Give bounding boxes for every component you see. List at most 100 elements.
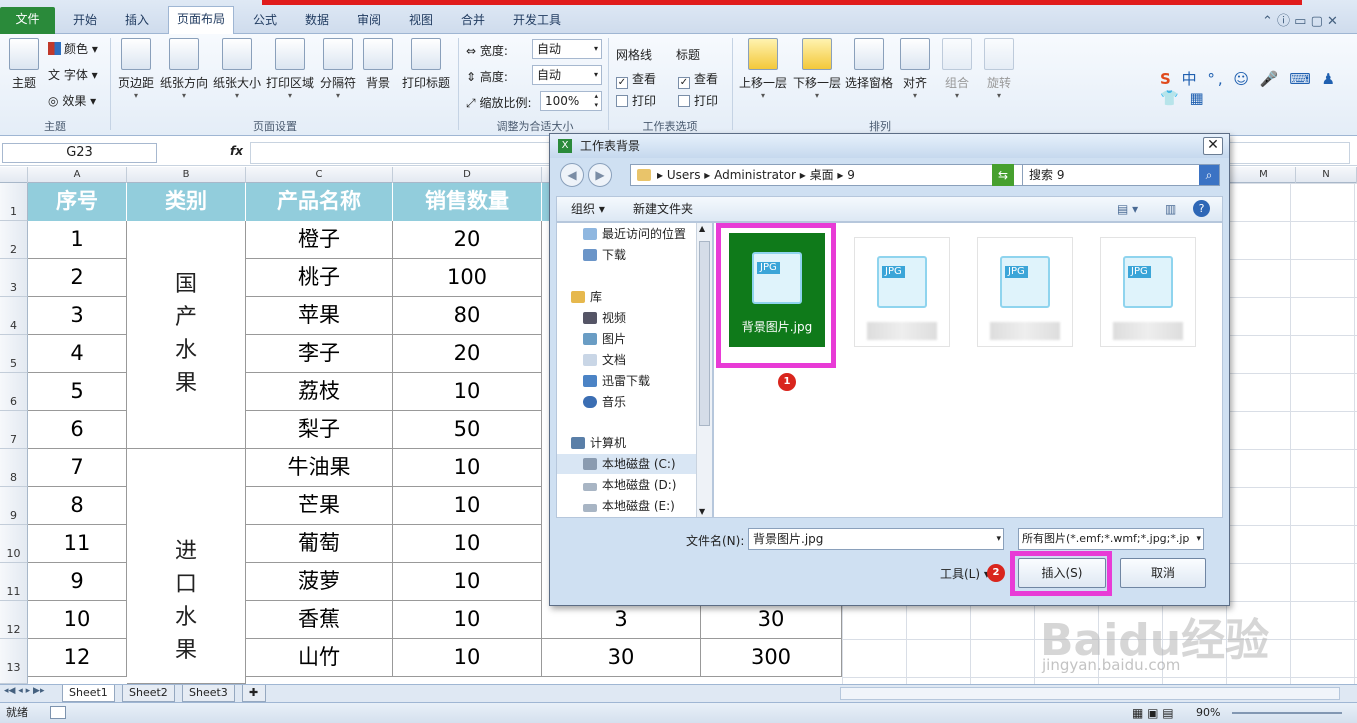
cell-quantity[interactable]: 10 [393, 525, 542, 563]
preview-pane-icon[interactable]: ▥ [1165, 197, 1176, 221]
cell-quantity[interactable]: 80 [393, 297, 542, 335]
cell-quantity[interactable]: 10 [393, 449, 542, 487]
header-cell-no[interactable]: 序号 [28, 183, 127, 221]
row-header[interactable]: 6 [0, 373, 28, 411]
cell-e[interactable]: 30 [542, 639, 701, 677]
view-options-icon[interactable]: ▤ ▾ [1117, 197, 1138, 221]
back-icon[interactable]: ◀ [560, 163, 584, 187]
help-icon[interactable]: ? [1193, 200, 1210, 217]
select-all-corner[interactable] [0, 167, 28, 183]
cell-product[interactable]: 香蕉 [246, 601, 393, 639]
cell-no[interactable]: 11 [28, 525, 127, 563]
cell-no[interactable]: 9 [28, 563, 127, 601]
selection-pane-button[interactable]: 选择窗格 [842, 38, 896, 91]
tab-file[interactable]: 文件 [0, 7, 55, 34]
forward-icon[interactable]: ▶ [588, 163, 612, 187]
headings-view-checkbox[interactable]: ✓ 查看 [678, 70, 718, 89]
macro-record-icon[interactable] [50, 706, 66, 719]
cell-no[interactable]: 12 [28, 639, 127, 677]
theme-effect-button[interactable]: ◎ 效果 ▾ [48, 92, 96, 109]
row-header[interactable]: 8 [0, 449, 28, 487]
orientation-button[interactable]: 纸张方向 ▾ [158, 38, 210, 100]
theme-button[interactable]: 主题 [6, 38, 42, 91]
nav-drive-d[interactable]: 本地磁盘 (D:) [583, 475, 676, 495]
scroll-thumb[interactable] [699, 241, 710, 426]
width-select[interactable]: 自动 ▾ [532, 39, 602, 59]
view-buttons[interactable]: ▦ ▣ ▤ [1132, 703, 1174, 723]
cell-quantity[interactable]: 100 [393, 259, 542, 297]
address-bar[interactable]: ▸ Users ▸ Administrator ▸ 桌面 ▸ 9 [630, 164, 1036, 186]
gridlines-print-checkbox[interactable]: 打印 [616, 92, 656, 109]
nav-computer[interactable]: 计算机 [571, 433, 626, 453]
cell-quantity[interactable]: 10 [393, 487, 542, 525]
height-select[interactable]: 自动 ▾ [532, 65, 602, 85]
cell-product[interactable]: 葡萄 [246, 525, 393, 563]
cell-no[interactable]: 4 [28, 335, 127, 373]
cell-quantity[interactable]: 50 [393, 411, 542, 449]
ime-toolbar[interactable]: S 中 °, ☺ 🎤 ⌨ ♟ 👕 ▦ [1160, 68, 1350, 107]
cell-e[interactable]: 3 [542, 601, 701, 639]
sheet-nav-arrows[interactable]: ◂◀ ◂ ▸ ▶▸ [4, 686, 45, 696]
tab-merge[interactable]: 合并 [452, 8, 494, 34]
nav-downloads[interactable]: 下载 [583, 245, 626, 265]
send-backward-button[interactable]: 下移一层 ▾ [790, 38, 844, 100]
column-header[interactable]: C [246, 167, 393, 183]
cell-product[interactable]: 橙子 [246, 221, 393, 259]
cell-product[interactable]: 牛油果 [246, 449, 393, 487]
row-header[interactable]: 5 [0, 335, 28, 373]
print-titles-button[interactable]: 打印标题 [400, 38, 452, 91]
row-header[interactable]: 10 [0, 525, 28, 563]
cell-product[interactable]: 梨子 [246, 411, 393, 449]
row-header[interactable]: 3 [0, 259, 28, 297]
cell-product[interactable]: 菠萝 [246, 563, 393, 601]
new-folder-button[interactable]: 新建文件夹 [633, 197, 693, 221]
cell-quantity[interactable]: 20 [393, 335, 542, 373]
tab-review[interactable]: 审阅 [348, 8, 390, 34]
sheet-tab-1[interactable]: Sheet1 [62, 685, 115, 702]
header-cell-product[interactable]: 产品名称 [246, 183, 393, 221]
cell-product[interactable]: 桃子 [246, 259, 393, 297]
tab-insert[interactable]: 插入 [116, 8, 158, 34]
margins-button[interactable]: 页边距 ▾ [114, 38, 158, 100]
tab-view[interactable]: 视图 [400, 8, 442, 34]
nav-scrollbar[interactable]: ▲ ▼ [696, 223, 712, 517]
nav-recent[interactable]: 最近访问的位置 [583, 224, 686, 244]
cell-f[interactable]: 300 [701, 639, 842, 677]
row-header[interactable]: 1 [0, 183, 28, 221]
align-button[interactable]: 对齐 ▾ [898, 38, 932, 100]
bring-forward-button[interactable]: 上移一层 ▾ [736, 38, 790, 100]
cell-quantity[interactable]: 20 [393, 221, 542, 259]
nav-library[interactable]: 库 [571, 287, 602, 307]
header-cell-category[interactable]: 类别 [127, 183, 246, 221]
rotate-button[interactable]: 旋转 ▾ [982, 38, 1016, 100]
nav-thunder-downloads[interactable]: 迅雷下载 [583, 371, 650, 391]
cell-no[interactable]: 8 [28, 487, 127, 525]
nav-pictures[interactable]: 图片 [583, 329, 626, 349]
row-header[interactable]: 11 [0, 563, 28, 601]
cell-quantity[interactable]: 10 [393, 601, 542, 639]
nav-documents[interactable]: 文档 [583, 350, 626, 370]
nav-drive-c[interactable]: 本地磁盘 (C:) [557, 454, 697, 474]
file-item[interactable]: JPG [977, 237, 1073, 347]
cell-no[interactable]: 7 [28, 449, 127, 487]
header-cell-quantity[interactable]: 销售数量 [393, 183, 542, 221]
cell-product[interactable]: 山竹 [246, 639, 393, 677]
column-header[interactable]: A [28, 167, 127, 183]
nav-music[interactable]: 音乐 [583, 392, 626, 412]
cell-no[interactable]: 6 [28, 411, 127, 449]
cancel-button[interactable]: 取消 [1120, 558, 1206, 588]
cell-quantity[interactable]: 10 [393, 639, 542, 677]
row-header[interactable]: 2 [0, 221, 28, 259]
scale-spinner[interactable]: 100% ▴ ▾ [540, 91, 602, 111]
cell-no[interactable]: 2 [28, 259, 127, 297]
cell-no[interactable]: 1 [28, 221, 127, 259]
refresh-icon[interactable]: ⇆ [992, 164, 1014, 186]
column-header[interactable]: N [1296, 167, 1357, 183]
column-header[interactable]: D [393, 167, 542, 183]
fx-icon[interactable]: fx [230, 144, 243, 158]
row-header[interactable]: 13 [0, 639, 28, 684]
cell-quantity[interactable]: 10 [393, 373, 542, 411]
column-header[interactable]: M [1232, 167, 1296, 183]
tab-data[interactable]: 数据 [296, 8, 338, 34]
tab-formulas[interactable]: 公式 [244, 8, 286, 34]
